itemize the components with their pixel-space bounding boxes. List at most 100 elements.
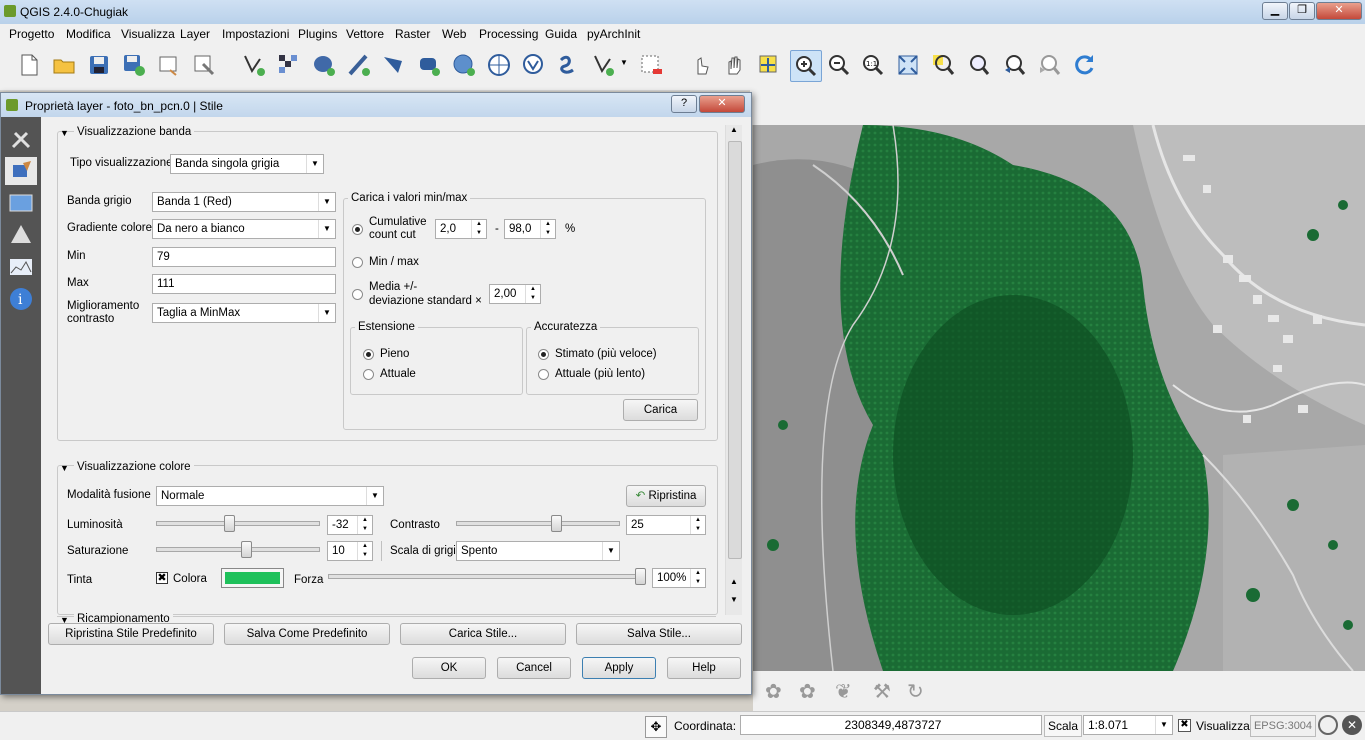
close-button[interactable]: ✕	[1316, 2, 1362, 20]
contrast-knob[interactable]	[551, 515, 562, 532]
menu-progetto[interactable]: Progetto	[9, 27, 54, 41]
extent-full-radio[interactable]	[363, 349, 374, 360]
scroll-up-icon[interactable]: ▲	[728, 125, 740, 139]
add-vector-layer-icon[interactable]	[241, 52, 267, 78]
spin-arrows-icon[interactable]: ▲ ▼	[540, 220, 555, 238]
menu-vettore[interactable]: Vettore	[346, 27, 384, 41]
save-style-button[interactable]: Salva Stile...	[576, 623, 742, 645]
help-button[interactable]: Help	[667, 657, 741, 679]
spin-arrows-icon[interactable]: ▲ ▼	[690, 569, 705, 587]
composer-manager-icon[interactable]	[191, 52, 217, 78]
collapse-triangle-icon[interactable]: ▼	[60, 463, 69, 473]
add-postgis-layer-icon[interactable]	[311, 52, 337, 78]
zoom-last-icon[interactable]	[1001, 52, 1027, 78]
add-raster-layer-icon[interactable]	[276, 52, 302, 78]
add-delimited-text-icon[interactable]	[416, 52, 442, 78]
render-type-combo[interactable]: Banda singola grigia ▼	[170, 154, 324, 174]
spin-arrows-icon[interactable]: ▲ ▼	[357, 542, 372, 560]
gray-band-combo[interactable]: Banda 1 (Red) ▼	[152, 192, 336, 212]
chevron-down-icon[interactable]: ▼	[620, 58, 628, 67]
mouse-coordinate-toggle-icon[interactable]: ✥	[645, 716, 667, 738]
menu-raster[interactable]: Raster	[395, 27, 430, 41]
menu-modifica[interactable]: Modifica	[66, 27, 111, 41]
menu-visualizza[interactable]: Visualizza	[121, 27, 175, 41]
rotate-feature-icon[interactable]: ↻	[907, 679, 924, 704]
grayscale-combo[interactable]: Spento ▼	[456, 541, 620, 561]
minmax-radio[interactable]	[352, 257, 363, 268]
brightness-spinbox[interactable]: -32 ▲ ▼	[327, 515, 373, 535]
zoom-out-icon[interactable]	[826, 52, 852, 78]
scale-combo[interactable]: 1:8.071 ▼	[1083, 715, 1173, 735]
menu-impostazioni[interactable]: Impostazioni	[222, 27, 289, 41]
menu-layer[interactable]: Layer	[180, 27, 210, 41]
contrast-slider[interactable]	[456, 515, 620, 532]
menu-plugins[interactable]: Plugins	[298, 27, 337, 41]
menu-processing[interactable]: Processing	[479, 27, 538, 41]
transparency-tab-icon[interactable]	[5, 189, 37, 217]
contrast-spinbox[interactable]: 25 ▲ ▼	[626, 515, 706, 535]
vertical-scrollbar[interactable]: ▲ ▲ ▼	[725, 125, 742, 615]
save-as-icon[interactable]	[121, 52, 147, 78]
pan-map-icon[interactable]	[722, 52, 748, 78]
add-wcs-layer-icon[interactable]	[451, 52, 477, 78]
scroll-thumb[interactable]	[728, 141, 742, 559]
apply-button[interactable]: Apply	[582, 657, 656, 679]
add-mssql-layer-icon[interactable]	[521, 52, 547, 78]
render-checkbox[interactable]: ✖	[1178, 719, 1191, 732]
add-wfs-layer-icon[interactable]	[486, 52, 512, 78]
zoom-to-layer-icon[interactable]	[966, 52, 992, 78]
style-tab-icon[interactable]	[5, 157, 37, 185]
new-project-icon[interactable]	[16, 52, 42, 78]
contrast-enhancement-combo[interactable]: Taglia a MinMax ▼	[152, 303, 336, 323]
refresh-icon[interactable]	[1071, 52, 1097, 78]
add-spatialite-layer-icon[interactable]	[346, 52, 372, 78]
scroll-down-icon[interactable]: ▼	[728, 595, 740, 609]
metadata-tab-icon[interactable]: i	[5, 285, 37, 313]
strength-slider[interactable]	[328, 568, 646, 585]
min-input[interactable]: 79	[152, 247, 336, 267]
add-wms-layer-icon[interactable]	[381, 52, 407, 78]
colorize-checkbox[interactable]: ✖	[156, 572, 168, 584]
blend-mode-combo[interactable]: Normale ▼	[156, 486, 384, 506]
crs-globe-icon[interactable]	[1318, 715, 1338, 735]
maximize-button[interactable]: ❐	[1289, 2, 1315, 20]
spin-arrows-icon[interactable]: ▲ ▼	[357, 516, 372, 534]
minimize-button[interactable]: ▁	[1262, 2, 1288, 20]
zoom-in-icon[interactable]	[790, 50, 822, 82]
spin-arrows-icon[interactable]: ▲ ▼	[525, 285, 540, 303]
zoom-actual-size-icon[interactable]: 1:1	[860, 52, 886, 78]
colorize-color-button[interactable]	[221, 568, 284, 588]
zoom-full-icon[interactable]	[895, 52, 921, 78]
cumulative-low-spinbox[interactable]: 2,0 ▲ ▼	[435, 219, 487, 239]
restore-default-style-button[interactable]: Ripristina Stile Predefinito	[48, 623, 214, 645]
general-tab-icon[interactable]	[5, 125, 37, 153]
dialog-close-button[interactable]: ✕	[699, 95, 745, 113]
pan-to-selection-icon[interactable]	[756, 52, 782, 78]
coordinate-field[interactable]: 2308349,4873727	[740, 715, 1042, 735]
cumulative-high-spinbox[interactable]: 98,0 ▲ ▼	[504, 219, 556, 239]
extent-current-radio[interactable]	[363, 369, 374, 380]
dialog-help-button[interactable]: ?	[671, 95, 697, 113]
menu-web[interactable]: Web	[442, 27, 466, 41]
pyramids-tab-icon[interactable]	[5, 221, 37, 249]
load-style-button[interactable]: Carica Stile...	[400, 623, 566, 645]
merge-features-icon[interactable]: ❦	[835, 679, 852, 704]
saturation-knob[interactable]	[241, 541, 252, 558]
stddev-spinbox[interactable]: 2,00 ▲ ▼	[489, 284, 541, 304]
touch-zoom-icon[interactable]	[688, 52, 714, 78]
save-as-default-button[interactable]: Salva Come Predefinito	[224, 623, 390, 645]
open-project-icon[interactable]	[51, 52, 77, 78]
scroll-up-icon[interactable]: ▲	[728, 577, 740, 591]
split-feature-icon[interactable]: ✿	[799, 679, 816, 704]
zoom-next-icon[interactable]	[1036, 52, 1062, 78]
brightness-knob[interactable]	[224, 515, 235, 532]
accuracy-estimate-radio[interactable]	[538, 349, 549, 360]
new-print-composer-icon[interactable]	[156, 52, 182, 78]
cancel-button[interactable]: Cancel	[497, 657, 571, 679]
histogram-tab-icon[interactable]	[5, 253, 37, 281]
crs-button[interactable]: EPSG:3004	[1250, 715, 1316, 737]
zoom-to-selection-icon[interactable]	[930, 52, 956, 78]
remove-layer-icon[interactable]	[638, 52, 664, 78]
messages-icon[interactable]: ✕	[1342, 715, 1362, 735]
spin-arrows-icon[interactable]: ▲ ▼	[471, 220, 486, 238]
